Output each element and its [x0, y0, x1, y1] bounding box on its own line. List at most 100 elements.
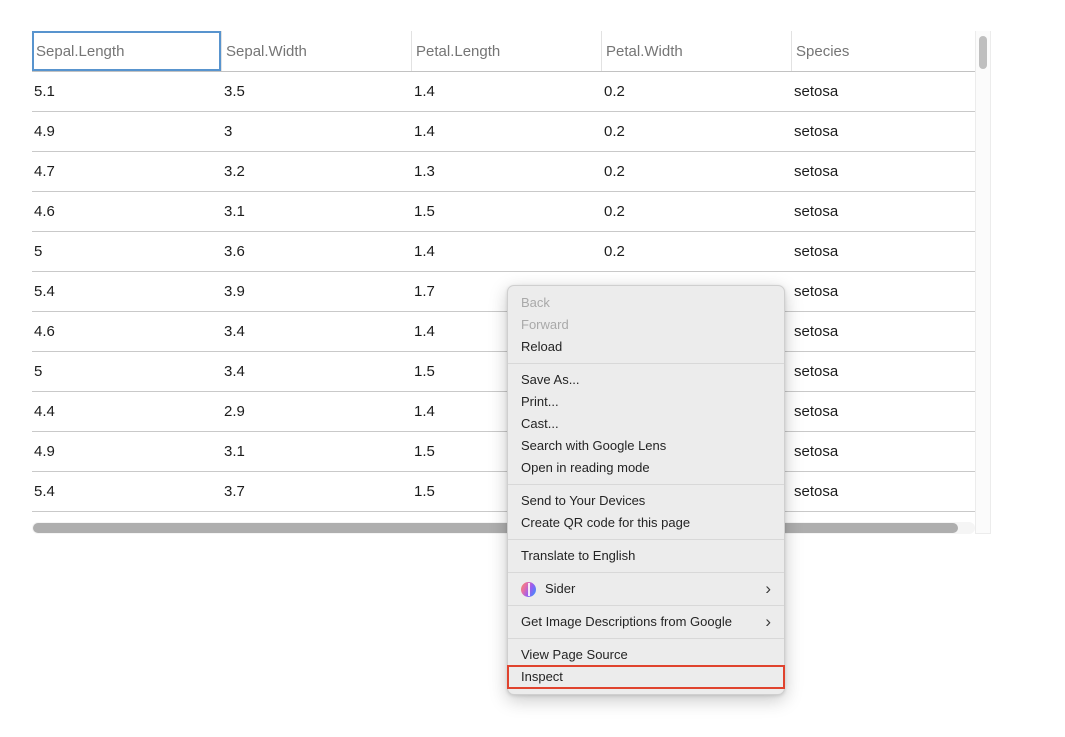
- menu-item-reload[interactable]: Reload: [508, 336, 784, 358]
- table-cell[interactable]: 3.2: [222, 152, 412, 191]
- menu-item-label: Open in reading mode: [521, 457, 650, 479]
- menu-item-cast[interactable]: Cast...: [508, 413, 784, 435]
- menu-item-label: Back: [521, 292, 550, 314]
- menu-item-translate-to-english[interactable]: Translate to English: [508, 545, 784, 567]
- sider-brain-icon: [521, 582, 536, 597]
- table-cell[interactable]: 1.4: [412, 72, 602, 111]
- table-cell[interactable]: setosa: [792, 272, 975, 311]
- column-header-sepal-length[interactable]: Sepal.Length: [32, 31, 222, 71]
- menu-item-label: Reload: [521, 336, 562, 358]
- table-cell[interactable]: setosa: [792, 112, 975, 151]
- table-cell[interactable]: 4.9: [32, 432, 222, 471]
- menu-separator: [508, 539, 784, 540]
- table-cell[interactable]: setosa: [792, 392, 975, 431]
- menu-item-label: Forward: [521, 314, 569, 336]
- table-cell[interactable]: 3.4: [222, 312, 412, 351]
- page: Sepal.LengthSepal.WidthPetal.LengthPetal…: [0, 0, 1065, 737]
- menu-item-label: Search with Google Lens: [521, 435, 666, 457]
- table-cell[interactable]: 0.2: [602, 192, 792, 231]
- table-cell[interactable]: 0.2: [602, 152, 792, 191]
- table-cell[interactable]: 3.4: [222, 352, 412, 391]
- menu-item-label: Translate to English: [521, 545, 635, 567]
- table-row: 4.63.41.4setosa: [32, 312, 975, 352]
- menu-item-forward[interactable]: Forward: [508, 314, 784, 336]
- column-header-sepal-width[interactable]: Sepal.Width: [222, 31, 412, 71]
- table-cell[interactable]: setosa: [792, 192, 975, 231]
- menu-separator: [508, 484, 784, 485]
- menu-separator: [508, 363, 784, 364]
- menu-separator: [508, 572, 784, 573]
- table-cell[interactable]: 3.1: [222, 192, 412, 231]
- table-row: 53.41.5setosa: [32, 352, 975, 392]
- menu-item-search-with-google-lens[interactable]: Search with Google Lens: [508, 435, 784, 457]
- menu-separator: [508, 605, 784, 606]
- table-cell[interactable]: 2.9: [222, 392, 412, 431]
- menu-item-get-image-descriptions-from-google[interactable]: Get Image Descriptions from Google›: [508, 611, 784, 633]
- table-cell[interactable]: 4.6: [32, 192, 222, 231]
- vertical-scrollbar-track[interactable]: [975, 31, 991, 534]
- table-cell[interactable]: 4.9: [32, 112, 222, 151]
- menu-item-view-page-source[interactable]: View Page Source: [508, 644, 784, 666]
- column-header-petal-length[interactable]: Petal.Length: [412, 31, 602, 71]
- table-cell[interactable]: 3.9: [222, 272, 412, 311]
- submenu-chevron-icon: ›: [757, 578, 771, 600]
- table-cell[interactable]: 0.2: [602, 112, 792, 151]
- table-cell[interactable]: setosa: [792, 232, 975, 271]
- table-cell[interactable]: 4.6: [32, 312, 222, 351]
- table-cell[interactable]: 3.7: [222, 472, 412, 511]
- menu-item-label: Create QR code for this page: [521, 512, 690, 534]
- column-header-species[interactable]: Species: [792, 31, 975, 71]
- table-cell[interactable]: 0.2: [602, 72, 792, 111]
- table-cell[interactable]: 0.2: [602, 232, 792, 271]
- table-row: 4.73.21.30.2setosa: [32, 152, 975, 192]
- table-cell[interactable]: setosa: [792, 472, 975, 511]
- menu-item-open-in-reading-mode[interactable]: Open in reading mode: [508, 457, 784, 479]
- menu-item-label: Inspect: [521, 666, 563, 688]
- menu-item-label: Get Image Descriptions from Google: [521, 611, 732, 633]
- table-cell[interactable]: 3.5: [222, 72, 412, 111]
- table-cell[interactable]: 1.4: [412, 232, 602, 271]
- menu-item-label: Sider: [545, 578, 575, 600]
- column-header-petal-width[interactable]: Petal.Width: [602, 31, 792, 71]
- horizontal-scrollbar-thumb[interactable]: [33, 523, 958, 533]
- menu-item-label: Save As...: [521, 369, 580, 391]
- menu-item-sider[interactable]: Sider ›: [508, 578, 784, 600]
- menu-item-create-qr-code-for-this-page[interactable]: Create QR code for this page: [508, 512, 784, 534]
- menu-item-label: Print...: [521, 391, 559, 413]
- table-cell[interactable]: setosa: [792, 312, 975, 351]
- table-cell[interactable]: setosa: [792, 152, 975, 191]
- table-cell[interactable]: 5.4: [32, 272, 222, 311]
- table-cell[interactable]: 5.1: [32, 72, 222, 111]
- table-row: 5.13.51.40.2setosa: [32, 72, 975, 112]
- table-cell[interactable]: 4.4: [32, 392, 222, 431]
- menu-item-save-as[interactable]: Save As...: [508, 369, 784, 391]
- menu-item-label: Send to Your Devices: [521, 490, 645, 512]
- horizontal-scrollbar-track[interactable]: [32, 522, 975, 534]
- table-cell[interactable]: 3.6: [222, 232, 412, 271]
- data-table: Sepal.LengthSepal.WidthPetal.LengthPetal…: [32, 31, 975, 512]
- vertical-scrollbar-thumb[interactable]: [979, 36, 987, 69]
- table-cell[interactable]: 1.3: [412, 152, 602, 191]
- table-cell[interactable]: 5: [32, 352, 222, 391]
- menu-item-print[interactable]: Print...: [508, 391, 784, 413]
- table-cell[interactable]: 5.4: [32, 472, 222, 511]
- table-cell[interactable]: 5: [32, 232, 222, 271]
- table-row: 4.42.91.4setosa: [32, 392, 975, 432]
- table-cell[interactable]: setosa: [792, 72, 975, 111]
- table-cell[interactable]: 3: [222, 112, 412, 151]
- menu-item-back[interactable]: Back: [508, 292, 784, 314]
- menu-item-inspect[interactable]: Inspect: [508, 666, 784, 688]
- table-cell[interactable]: 1.4: [412, 112, 602, 151]
- table-cell[interactable]: 1.5: [412, 192, 602, 231]
- table-cell[interactable]: 3.1: [222, 432, 412, 471]
- menu-item-send-to-your-devices[interactable]: Send to Your Devices: [508, 490, 784, 512]
- menu-item-label: View Page Source: [521, 644, 628, 666]
- table-header-row: Sepal.LengthSepal.WidthPetal.LengthPetal…: [32, 31, 975, 72]
- table-cell[interactable]: setosa: [792, 352, 975, 391]
- table-cell[interactable]: 4.7: [32, 152, 222, 191]
- table-row: 53.61.40.2setosa: [32, 232, 975, 272]
- table-cell[interactable]: setosa: [792, 432, 975, 471]
- table-row: 4.63.11.50.2setosa: [32, 192, 975, 232]
- menu-separator: [508, 638, 784, 639]
- table-row: 4.931.40.2setosa: [32, 112, 975, 152]
